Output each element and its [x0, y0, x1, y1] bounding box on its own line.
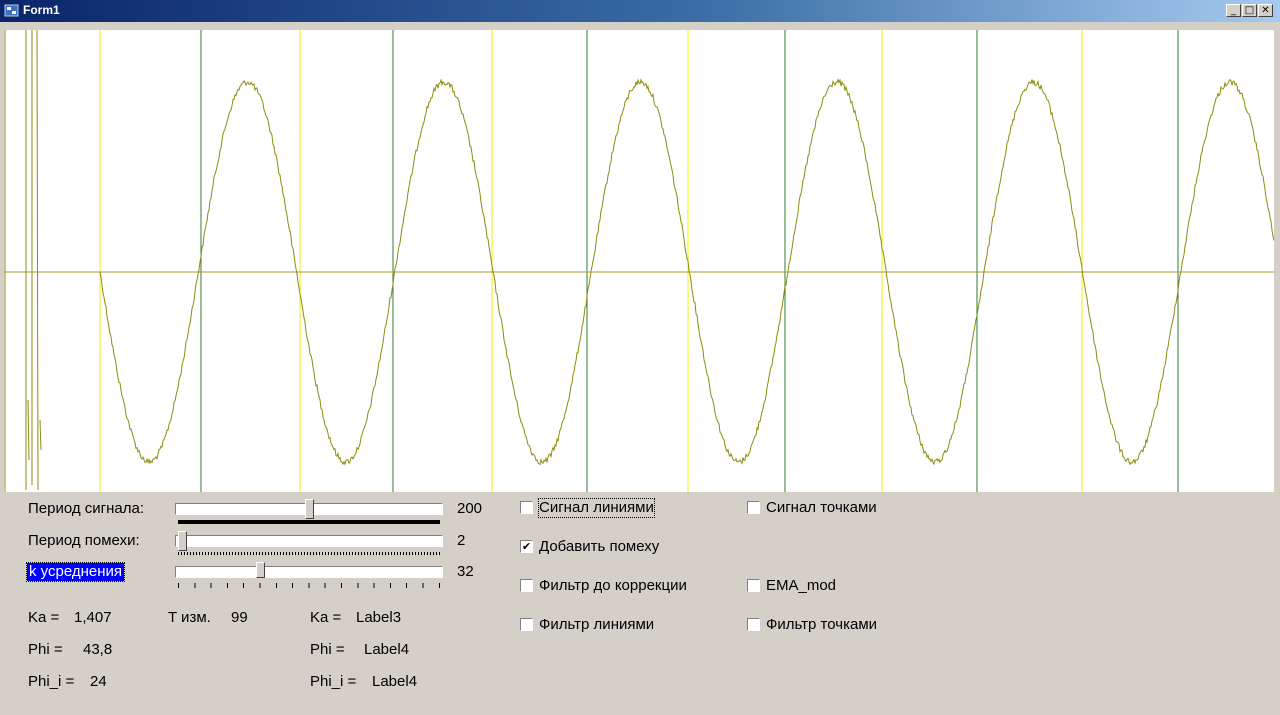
averaging-label: k усреднения [25, 562, 126, 582]
noise-period-slider[interactable] [175, 535, 443, 547]
app-form-icon [4, 4, 19, 17]
averaging-slider[interactable] [175, 566, 443, 578]
signal-points-label[interactable]: Сигнал точками [766, 499, 877, 517]
phi2-label: Phi = [310, 641, 345, 658]
ka2-value: Label3 [356, 609, 402, 626]
signal-period-ticks [178, 520, 440, 524]
noise-period-value: 2 [457, 532, 466, 549]
phi-i2-value: Label4 [372, 673, 418, 690]
signal-lines-checkbox[interactable] [520, 501, 533, 514]
phi-i-value: 24 [90, 673, 107, 690]
ema-mod-label[interactable]: EMA_mod [766, 577, 836, 595]
signal-lines-label[interactable]: Сигнал линиями [538, 498, 655, 518]
signal-period-value: 200 [457, 500, 483, 517]
window-title: Form1 [23, 3, 60, 17]
noise-period-ticks [178, 552, 440, 555]
phi2-value: Label4 [364, 641, 410, 658]
filter-points-checkbox[interactable] [747, 618, 760, 631]
averaging-ticks [178, 583, 440, 588]
add-noise-label[interactable]: Добавить помеху [539, 538, 659, 556]
noise-period-label: Период помехи: [28, 532, 140, 549]
filter-before-correction-label[interactable]: Фильтр до коррекции [539, 577, 687, 595]
averaging-value: 32 [457, 563, 474, 580]
signal-period-slider-thumb[interactable] [305, 499, 314, 519]
add-noise-checkbox[interactable]: ✔ [520, 540, 533, 553]
noise-period-slider-thumb[interactable] [178, 531, 187, 551]
filter-lines-checkbox[interactable] [520, 618, 533, 631]
title-bar[interactable]: Form1 _ □ ✕ [0, 0, 1280, 22]
filter-lines-label[interactable]: Фильтр линиями [539, 616, 654, 634]
t-meas-value: 99 [231, 609, 248, 626]
phi-i-label: Phi_i = [28, 673, 75, 690]
ka-value: 1,407 [74, 609, 112, 626]
signal-period-label: Период сигнала: [28, 500, 145, 517]
phi-label: Phi = [28, 641, 63, 658]
phi-value: 43,8 [83, 641, 113, 658]
signal-plot-canvas [4, 30, 1274, 492]
filter-before-correction-checkbox[interactable] [520, 579, 533, 592]
t-meas-label: T изм. [168, 609, 211, 626]
ema-mod-checkbox[interactable] [747, 579, 760, 592]
signal-points-checkbox[interactable] [747, 501, 760, 514]
minimize-button[interactable]: _ [1226, 4, 1241, 17]
maximize-button[interactable]: □ [1242, 4, 1257, 17]
filter-points-label[interactable]: Фильтр точками [766, 616, 877, 634]
ka-label: Ka = [28, 609, 60, 626]
startup-spikes [25, 30, 42, 491]
signal-plot [4, 30, 1274, 492]
close-button[interactable]: ✕ [1258, 4, 1273, 17]
ka2-label: Ka = [310, 609, 342, 626]
phi-i2-label: Phi_i = [310, 673, 357, 690]
averaging-slider-thumb[interactable] [256, 562, 265, 578]
